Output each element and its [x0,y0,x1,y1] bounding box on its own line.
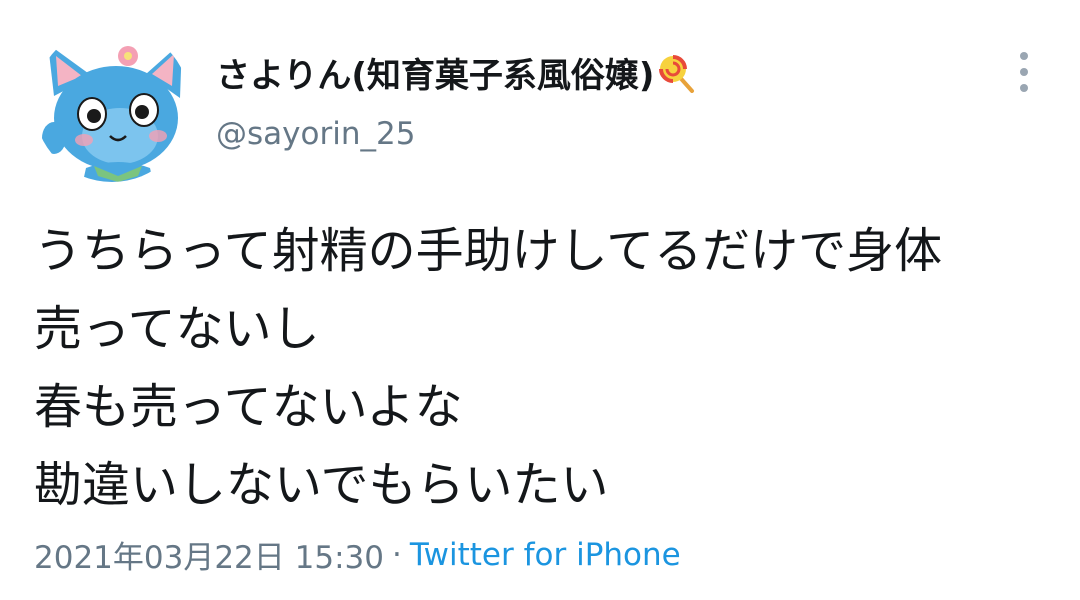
more-options-icon [1020,52,1028,60]
tweet-line: 春も売ってないよな [34,379,463,435]
timestamp[interactable]: 2021年03月22日 15:30 [34,532,384,577]
display-name[interactable]: さよりん(知育菓子系風俗嬢) [216,48,696,97]
happy-cat-avatar-image [42,42,182,182]
avatar[interactable] [34,26,190,182]
more-options-icon-dot [1020,84,1028,92]
tweet-line: うちらって射精の手助けしてるだけで身体 [34,223,943,279]
source-link[interactable]: Twitter for iPhone [410,537,681,573]
lollipop-icon [656,53,696,93]
meta-separator: · [391,536,402,573]
user-handle[interactable]: @sayorin_25 [216,116,415,152]
tweet-card: さよりん(知育菓子系風俗嬢) @sayorin_25 うちらって射精の手助けして… [0,0,1080,600]
tweet-line: 売ってないし [34,301,320,357]
tweet-text: うちらって射精の手助けしてるだけで身体 売ってないし 春も売ってないよな 勘違い… [34,212,1054,524]
more-options-icon-dot [1020,68,1028,76]
more-options-button[interactable] [1006,52,1042,92]
tweet-line: 勘違いしないでもらいたい [34,457,609,513]
display-name-text: さよりん(知育菓子系風俗嬢) [216,56,655,96]
tweet-meta: 2021年03月22日 15:30 · Twitter for iPhone [34,532,681,577]
